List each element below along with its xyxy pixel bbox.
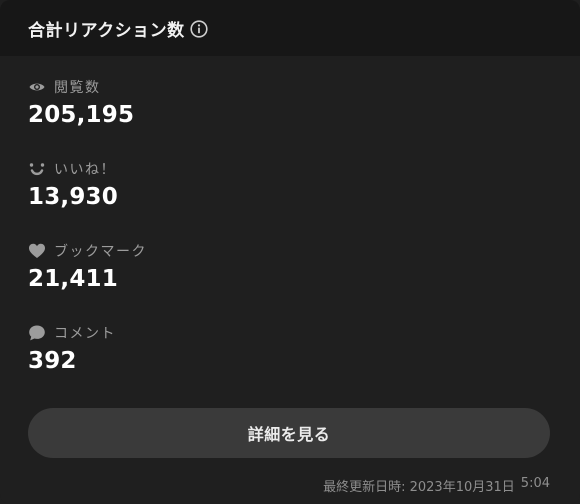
stat-label-row: ブックマーク xyxy=(28,240,580,262)
stat-label-row: コメント xyxy=(28,322,580,344)
card-header: 合計リアクション数 xyxy=(0,0,580,56)
last-updated-time: 5:04 xyxy=(520,476,550,491)
speech-bubble-icon xyxy=(28,324,46,342)
last-updated-date: 最終更新日時: 2023年10月31日 xyxy=(323,480,515,495)
stat-label-row: 閲覧数 xyxy=(28,76,580,98)
stat-value: 205,195 xyxy=(28,102,135,128)
stat-likes: いいね！ 13,930 xyxy=(28,158,580,240)
view-details-button[interactable]: 詳細を見る xyxy=(28,408,550,458)
stat-label-row: いいね！ xyxy=(28,158,580,180)
stat-comments: コメント 392 xyxy=(28,322,580,404)
heart-icon xyxy=(28,242,46,260)
stat-label: いいね！ xyxy=(54,162,116,178)
smile-icon xyxy=(28,160,46,178)
stat-value: 13,930 xyxy=(28,184,118,210)
eye-icon xyxy=(28,78,46,96)
info-icon[interactable] xyxy=(190,19,208,38)
card-title: 合計リアクション数 xyxy=(28,20,185,41)
stat-value: 21,411 xyxy=(28,266,118,292)
stat-bookmarks: ブックマーク 21,411 xyxy=(28,240,580,322)
reactions-card: 合計リアクション数 閲覧数 205,195 いいね！ 13,930 ブックマーク… xyxy=(0,0,580,504)
stat-label: ブックマーク xyxy=(54,244,147,260)
stats-list: 閲覧数 205,195 いいね！ 13,930 ブックマーク 21,411 コメ… xyxy=(0,56,580,404)
stat-views: 閲覧数 205,195 xyxy=(28,76,580,158)
stat-label: コメント xyxy=(54,326,116,342)
last-updated: 最終更新日時: 2023年10月31日 5:04 xyxy=(323,476,550,495)
stat-value: 392 xyxy=(28,348,77,374)
stat-label: 閲覧数 xyxy=(54,80,101,96)
